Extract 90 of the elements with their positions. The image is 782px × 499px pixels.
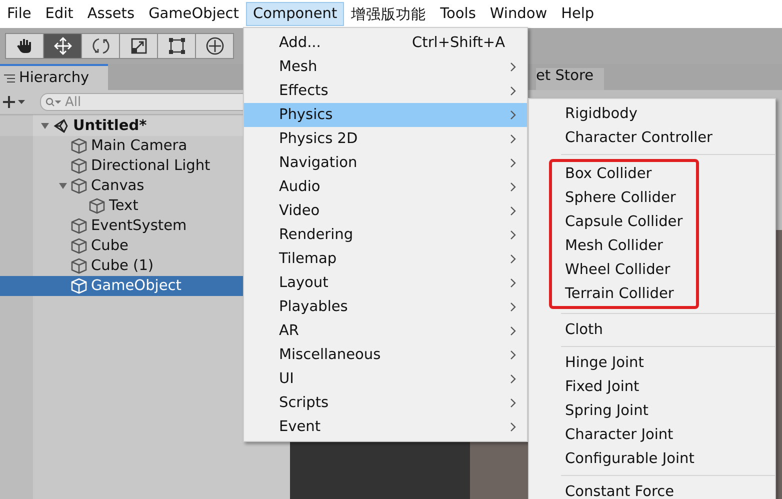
chevron-right-icon [509,349,517,361]
chevron-right-icon [509,157,517,169]
hand-tool-button[interactable] [5,33,44,59]
plus-caret-icon [2,95,26,109]
add-dropdown-button[interactable] [2,95,26,109]
hierarchy-item-label: Cube (1) [91,258,154,274]
chevron-right-icon [509,133,517,145]
tab-label: Hierarchy [19,70,90,86]
cube-icon [70,137,88,155]
cube-icon [70,277,88,295]
cube-icon [70,257,88,275]
cube-icon [70,217,88,235]
menu-bar-item[interactable]: GameObject [142,2,246,26]
menu-item[interactable]: Scripts [244,391,527,415]
chevron-right-icon [509,205,517,217]
menu-item[interactable]: Navigation [244,151,527,175]
menu-item[interactable]: UI [244,367,527,391]
menu-item[interactable]: AR [244,319,527,343]
scale-icon [130,37,148,55]
menu-item[interactable]: Spring Joint [529,399,775,423]
menu-item[interactable]: Configurable Joint [529,447,775,471]
hand-icon [16,37,34,55]
menu-bar-item[interactable]: Help [554,2,602,26]
menu-item[interactable]: Capsule Collider [552,210,696,234]
tab-label[interactable]: et Store [536,68,604,90]
menu-bar-item[interactable]: Edit [38,2,80,26]
menu-item[interactable]: Miscellaneous [244,343,527,367]
menu-item[interactable]: Sphere Collider [552,186,696,210]
chevron-right-icon [509,325,517,337]
menu-bar-item[interactable]: File [0,2,38,26]
menu-item[interactable]: Playables [244,295,527,319]
menu-item[interactable]: Audio [244,175,527,199]
hierarchy-item-label: Text [109,198,138,214]
menu-item[interactable]: Character Controller [529,126,775,150]
menu-item[interactable]: Fixed Joint [529,375,775,399]
transform-icon [204,36,224,56]
menu-bar-item[interactable]: Component [246,2,344,26]
chevron-right-icon [509,109,517,121]
chevron-right-icon [509,277,517,289]
cube-icon [70,157,88,175]
menu-item[interactable]: Rendering [244,223,527,247]
menu-bar-item[interactable]: Tools [433,2,483,26]
hierarchy-item-label: GameObject [91,278,182,294]
move-tool-button[interactable] [43,33,82,59]
menu-item[interactable]: Event [244,415,527,439]
hierarchy-item-label: Untitled* [73,118,147,134]
rotate-icon [90,36,110,56]
menu-item[interactable]: Mesh [244,55,527,79]
menu-item[interactable]: Mesh Collider [552,234,696,258]
rect-tool-button[interactable] [157,33,196,59]
cube-icon [70,237,88,255]
chevron-right-icon [509,61,517,73]
cube-icon [70,177,88,195]
menu-item[interactable]: Wheel Collider [552,258,696,282]
hierarchy-tab[interactable]: Hierarchy [0,64,108,90]
list-icon [4,74,15,82]
chevron-right-icon [509,301,517,313]
menu-item[interactable]: Character Joint [529,423,775,447]
chevron-right-icon [509,397,517,409]
menu-item[interactable]: Rigidbody [529,102,775,126]
search-icon [45,97,61,107]
hierarchy-item-label: Canvas [91,178,144,194]
hierarchy-item-label: EventSystem [91,218,187,234]
chevron-right-icon [509,373,517,385]
menu-item[interactable]: Constant Force [529,480,775,499]
rotate-tool-button[interactable] [81,33,120,59]
chevron-right-icon [509,421,517,433]
chevron-right-icon [509,85,517,97]
menu-bar-item[interactable]: 增强版功能 [344,0,434,28]
chevron-right-icon [509,253,517,265]
hierarchy-item-label: Main Camera [91,138,188,154]
move-arrows-icon [52,36,72,56]
transform-tool-button[interactable] [195,33,234,59]
chevron-right-icon [509,229,517,241]
scale-tool-button[interactable] [119,33,158,59]
menu-bar-item[interactable]: Window [482,2,554,26]
hierarchy-item-label: Directional Light [91,158,210,174]
rect-tool-icon [168,37,186,55]
menu-item[interactable]: Box Collider [552,162,696,186]
cube-icon [88,197,106,215]
chevron-right-icon [509,181,517,193]
menu-item[interactable]: Video [244,199,527,223]
menu-item[interactable]: Terrain Collider [552,282,696,306]
menu-item[interactable]: Cloth [529,318,775,342]
hierarchy-item-label: Cube [91,238,128,254]
unity-logo-icon [52,117,70,135]
menu-item[interactable]: Physics [244,103,527,127]
menu-bar-item[interactable]: Assets [80,2,142,26]
menu-item[interactable]: Tilemap [244,247,527,271]
menu-item[interactable]: Hinge Joint [529,351,775,375]
